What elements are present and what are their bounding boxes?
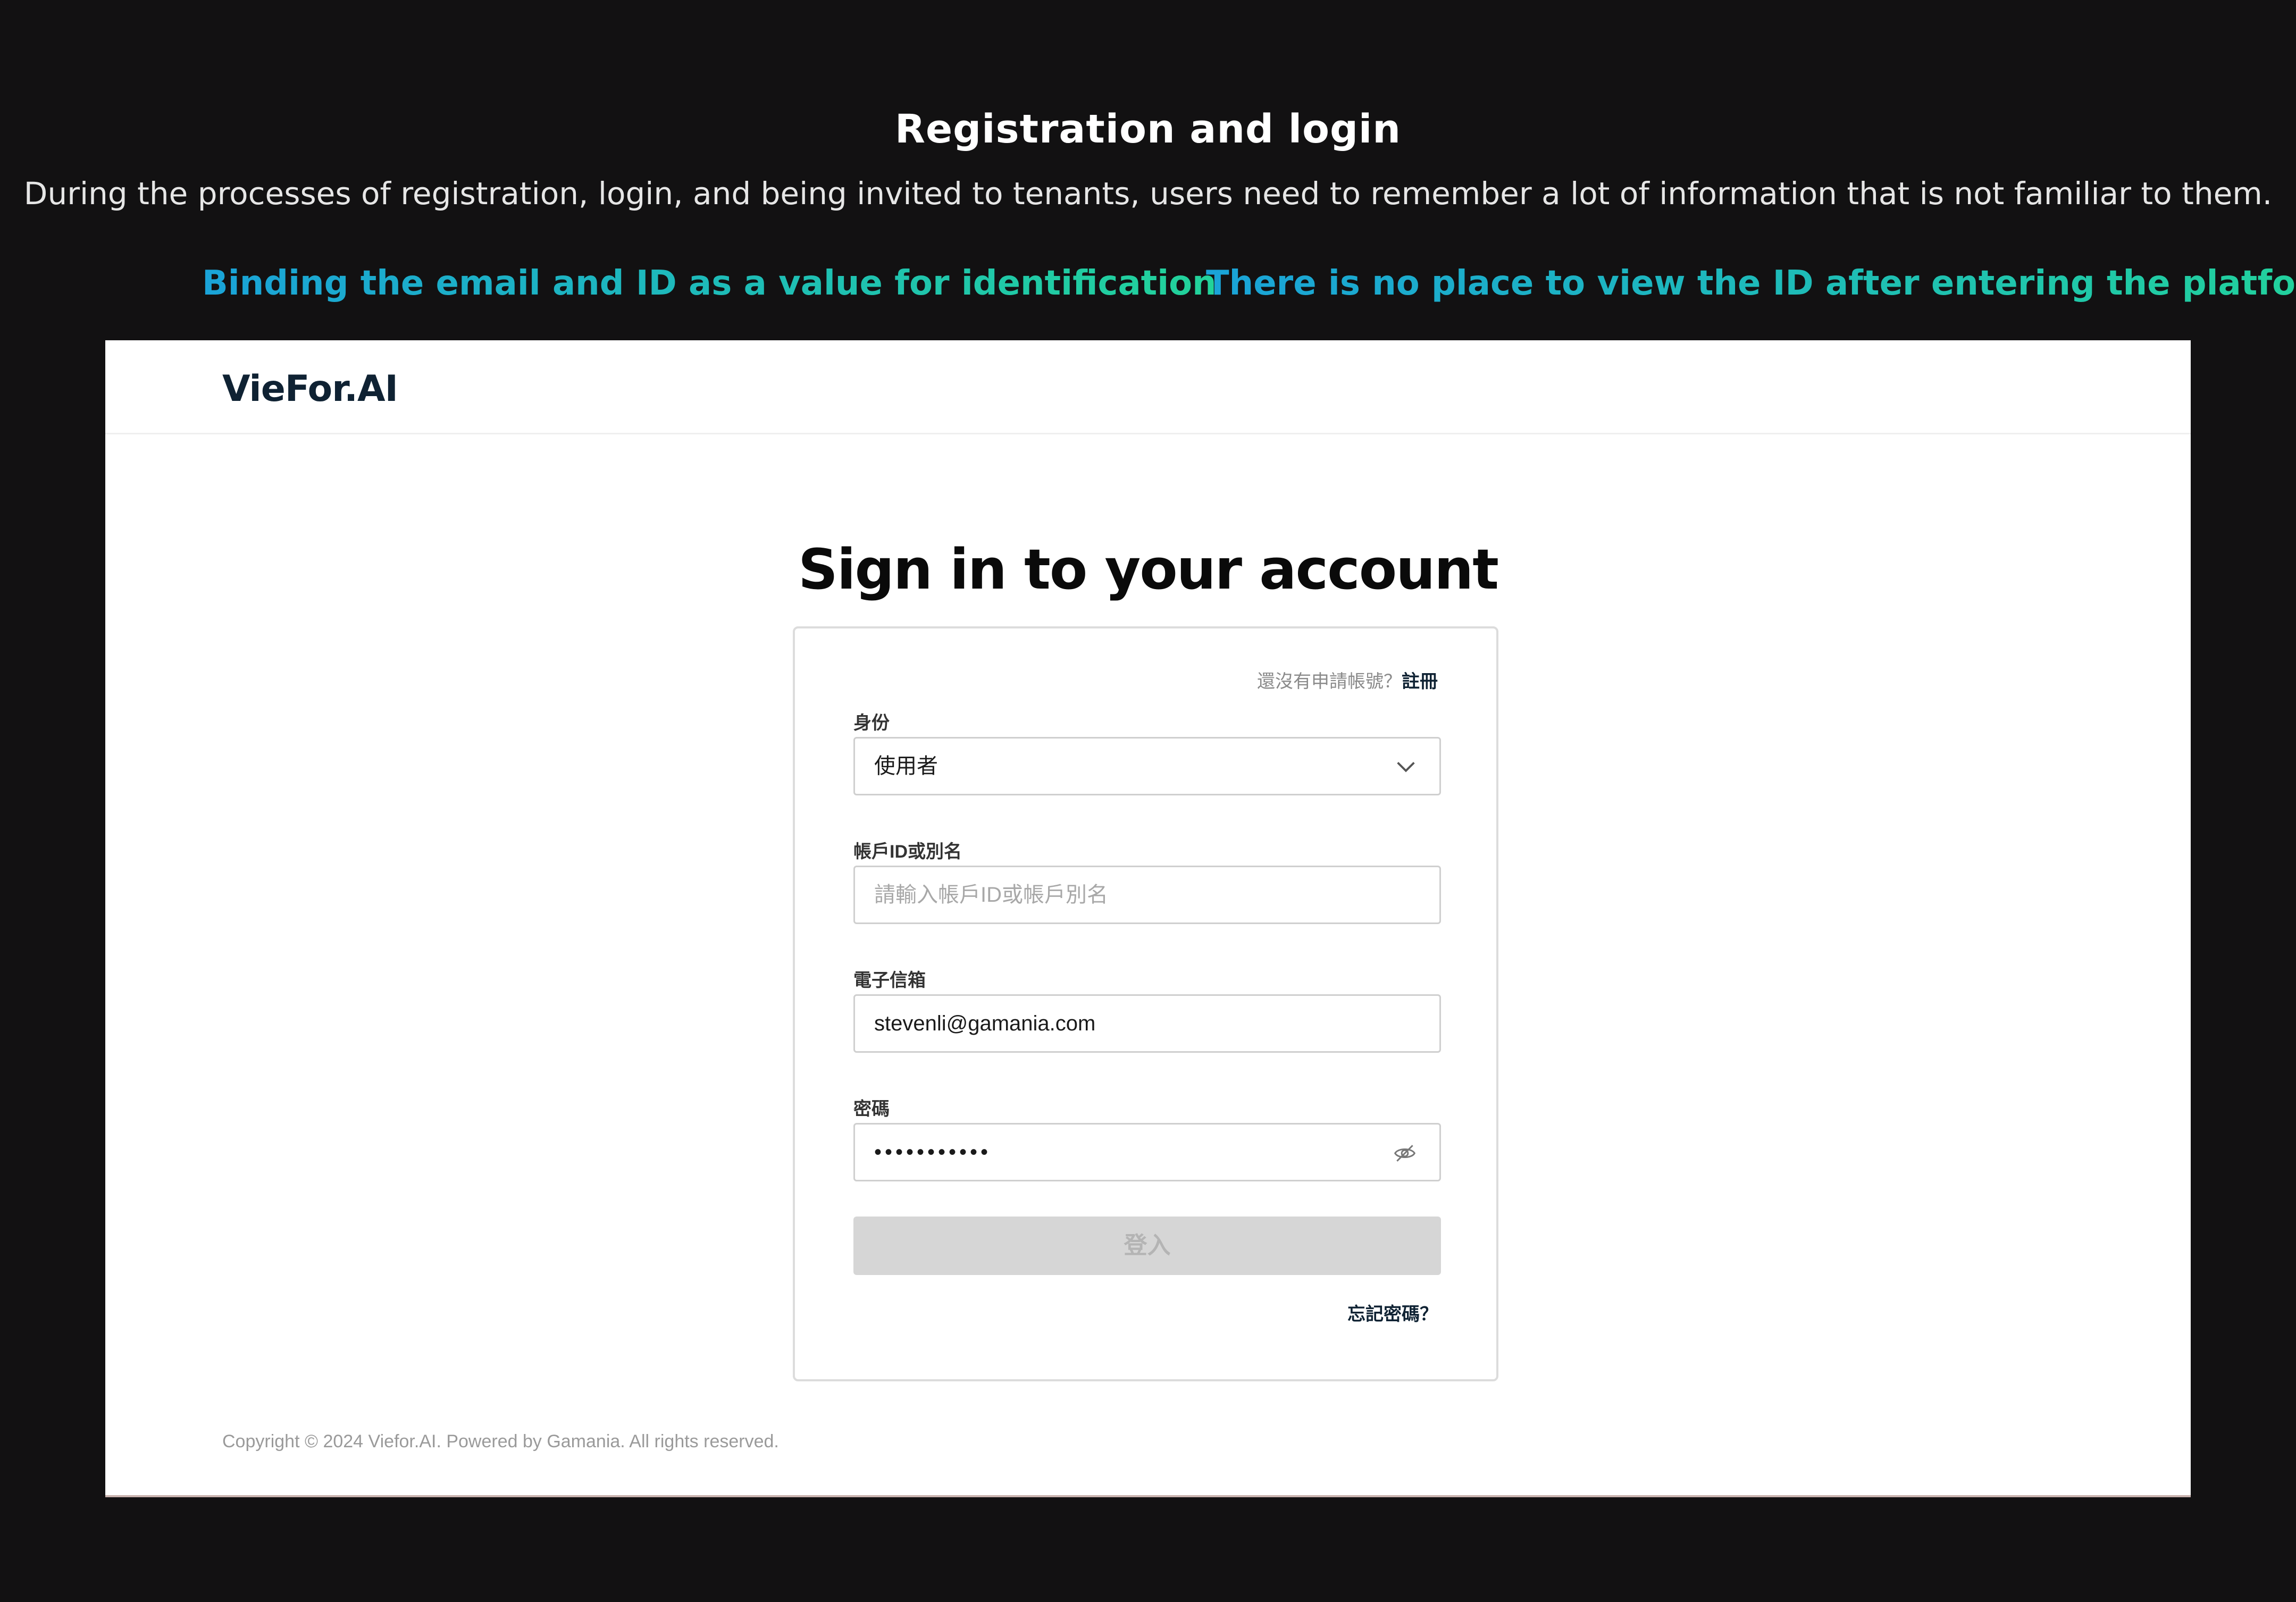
slide-title: Registration and login	[895, 106, 1401, 152]
copyright-footer: Copyright © 2024 Viefor.AI. Powered by G…	[222, 1431, 779, 1452]
callout-id-not-viewable: There is no place to view the ID after e…	[1206, 264, 2296, 303]
login-button[interactable]: 登入	[853, 1217, 1441, 1275]
email-label: 電子信箱	[853, 970, 926, 991]
forgot-password-link[interactable]: 忘記密碼？	[1347, 1299, 1438, 1326]
callout-email-id-binding: Binding the email and ID as a value for …	[202, 264, 1217, 303]
chevron-down-icon	[1397, 761, 1415, 773]
email-value: stevenli@gamania.com	[874, 1012, 1096, 1035]
register-row: 還沒有申請帳號？註冊	[1257, 667, 1438, 693]
register-link[interactable]: 註冊	[1402, 672, 1438, 692]
register-prompt: 還沒有申請帳號？	[1257, 672, 1402, 692]
account-id-label: 帳戶ID或別名	[853, 842, 962, 862]
slide-subtitle: During the processes of registration, lo…	[23, 175, 2273, 212]
account-id-placeholder: 請輸入帳戶ID或帳戶別名	[874, 883, 1108, 907]
account-id-input[interactable]: 請輸入帳戶ID或帳戶別名	[853, 866, 1441, 924]
password-input[interactable]: •••••••••••	[853, 1123, 1441, 1181]
password-value: •••••••••••	[874, 1140, 992, 1164]
brand-logo[interactable]: VieFor.AI	[222, 368, 398, 410]
email-input[interactable]: stevenli@gamania.com	[853, 994, 1441, 1053]
identity-select[interactable]: 使用者	[853, 737, 1441, 795]
top-navbar: VieFor.AI	[105, 340, 2191, 434]
identity-select-value: 使用者	[874, 754, 938, 778]
page-title: Sign in to your account	[798, 537, 1499, 602]
app-screenshot-frame: VieFor.AI Sign in to your account 還沒有申請帳…	[105, 340, 2191, 1497]
signin-card: 還沒有申請帳號？註冊 身份 使用者 帳戶ID或別名 請輸入帳戶ID或帳戶別名 電…	[793, 626, 1498, 1381]
eye-off-icon[interactable]	[1392, 1142, 1418, 1165]
password-label: 密碼	[853, 1099, 890, 1119]
identity-label: 身份	[853, 713, 890, 733]
